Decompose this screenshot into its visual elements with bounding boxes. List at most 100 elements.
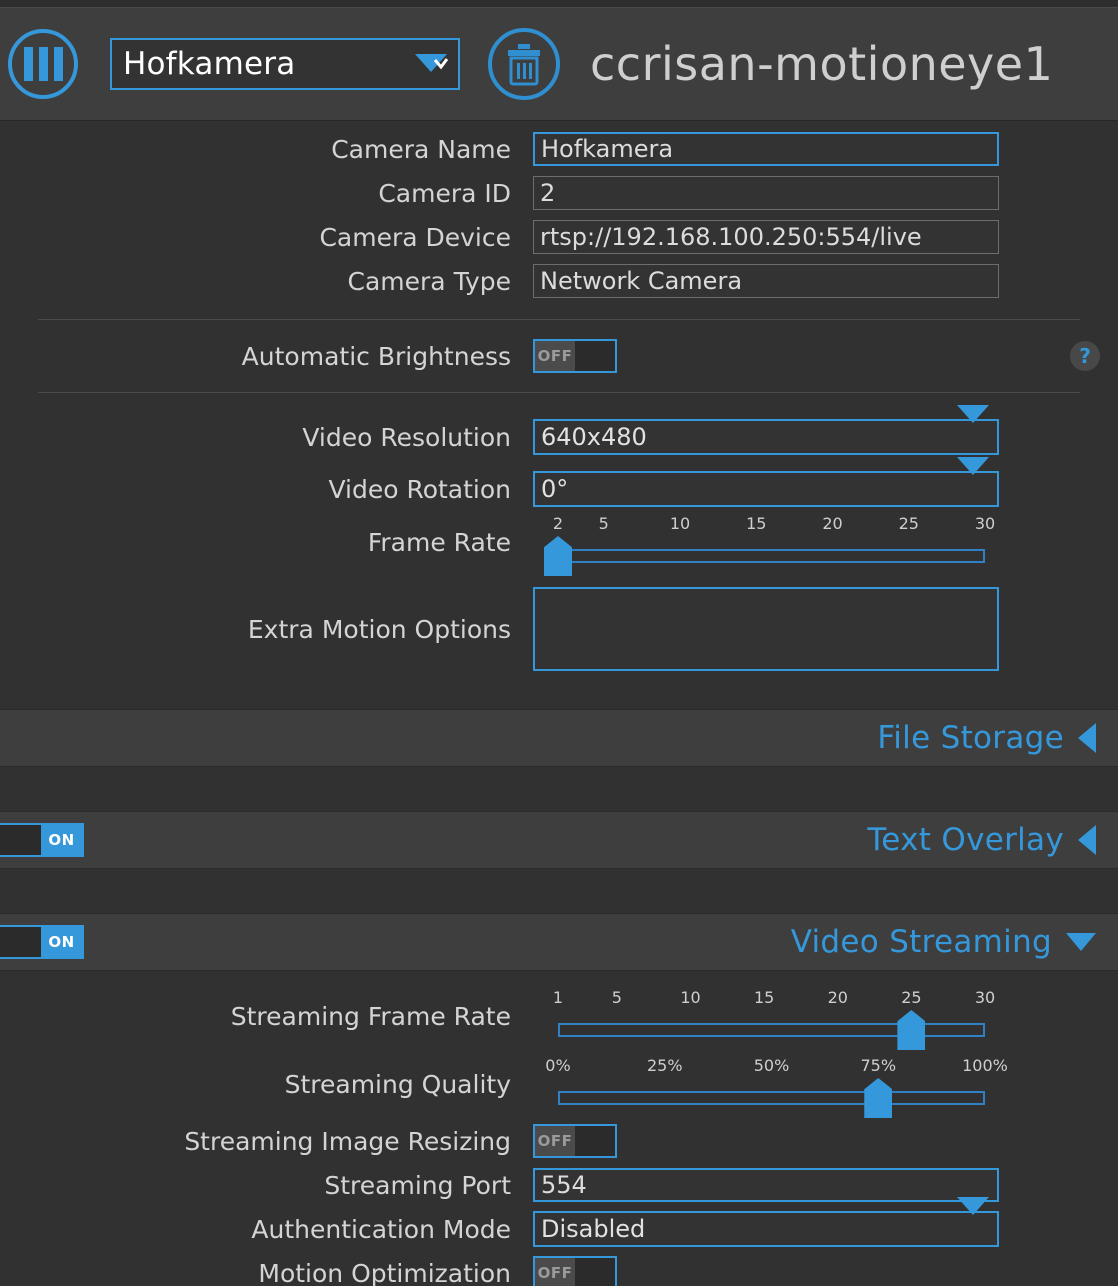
window-top-strip xyxy=(0,0,1118,8)
slider-tick-label: 1 xyxy=(552,988,564,1007)
streaming-port-label: Streaming Port xyxy=(324,1170,511,1200)
authentication-mode-value: Disabled xyxy=(541,1215,646,1243)
chevron-down-icon xyxy=(957,1197,989,1243)
video-streaming-toggle[interactable]: ON xyxy=(0,925,84,959)
chevron-down-icon xyxy=(957,405,989,451)
section-video-streaming[interactable]: ON Video Streaming xyxy=(0,913,1118,971)
camera-type-input[interactable]: Network Camera xyxy=(533,264,999,298)
motion-optimization-toggle[interactable]: OFF xyxy=(533,1256,617,1286)
streaming-port-input[interactable]: 554 xyxy=(533,1168,999,1202)
row-streaming-quality: Streaming Quality 0% 25% 50% 75% 100% xyxy=(0,1053,1118,1118)
triangle-left-icon[interactable] xyxy=(1078,723,1096,753)
video-streaming-title[interactable]: Video Streaming xyxy=(791,924,1052,960)
frame-rate-ticks: 2 5 10 15 20 25 30 xyxy=(533,514,999,534)
section-file-storage[interactable]: File Storage xyxy=(0,709,1118,767)
toggle-knob xyxy=(575,341,615,371)
video-rotation-value: 0° xyxy=(541,475,569,503)
slider-tick-label: 5 xyxy=(611,988,622,1007)
row-authentication-mode: Authentication Mode Disabled xyxy=(0,1197,1118,1251)
camera-id-input[interactable]: 2 xyxy=(533,176,999,210)
camera-selector-dropdown[interactable]: Hofkamera xyxy=(110,38,460,90)
extra-motion-options-label: Extra Motion Options xyxy=(247,614,511,644)
app-header: Hofkamera ccrisan-motioneye1 xyxy=(0,8,1118,121)
camera-name-label: Camera Name xyxy=(331,134,511,164)
toggle-state-label: ON xyxy=(41,825,82,855)
toggle-knob xyxy=(0,927,41,957)
slider-tick-label: 20 xyxy=(827,988,848,1007)
extra-motion-options-textarea[interactable] xyxy=(533,587,999,671)
toggle-state-label: OFF xyxy=(535,341,575,371)
text-overlay-title[interactable]: Text Overlay xyxy=(867,822,1064,858)
menu-bars-icon[interactable] xyxy=(8,29,78,99)
hostname-title: ccrisan-motioneye1 xyxy=(590,37,1054,91)
frame-rate-handle[interactable] xyxy=(544,536,572,576)
triangle-down-icon[interactable] xyxy=(1066,933,1096,951)
streaming-frame-rate-ticks: 1 5 10 15 20 25 30 xyxy=(533,988,999,1008)
row-camera-id: Camera ID 2 xyxy=(0,171,1118,215)
video-rotation-select[interactable]: 0° xyxy=(533,457,999,507)
streaming-quality-handle[interactable] xyxy=(864,1078,893,1118)
slider-tick-label: 20 xyxy=(822,514,843,533)
slider-tick-label: 5 xyxy=(598,514,609,533)
row-camera-name: Camera Name Hofkamera xyxy=(0,127,1118,171)
slider-tick-label: 10 xyxy=(669,514,691,533)
chevron-down-icon xyxy=(415,54,448,72)
slider-tick-label: 15 xyxy=(746,514,767,533)
triangle-left-icon[interactable] xyxy=(1078,825,1096,855)
file-storage-title[interactable]: File Storage xyxy=(877,720,1064,756)
video-resolution-select[interactable]: 640x480 xyxy=(533,405,999,455)
text-overlay-toggle-holder: ON xyxy=(0,823,84,857)
streaming-frame-rate-handle[interactable] xyxy=(897,1010,926,1050)
row-camera-type: Camera Type Network Camera xyxy=(0,259,1118,303)
row-video-rotation: Video Rotation 0° xyxy=(0,457,1118,511)
menu-bars-glyph xyxy=(23,47,63,81)
streaming-quality-ticks: 0% 25% 50% 75% 100% xyxy=(533,1056,1008,1076)
video-streaming-toggle-holder: ON xyxy=(0,925,84,959)
slider-tick-label: 30 xyxy=(974,514,996,533)
toggle-knob xyxy=(0,825,41,855)
camera-device-label: Camera Device xyxy=(319,222,511,252)
video-streaming-body: Streaming Frame Rate 1 5 10 15 20 25 30 Stream… xyxy=(0,971,1118,1286)
camera-type-label: Camera Type xyxy=(347,266,511,296)
row-automatic-brightness: Automatic Brightness OFF ? xyxy=(0,334,1118,378)
streaming-image-resizing-label: Streaming Image Resizing xyxy=(184,1126,511,1156)
text-overlay-toggle[interactable]: ON xyxy=(0,823,84,857)
camera-selector-value: Hofkamera xyxy=(123,46,296,82)
row-video-resolution: Video Resolution 640x480 xyxy=(0,405,1118,459)
slider-tick-label: 75% xyxy=(860,1056,897,1075)
chevron-down-icon xyxy=(957,457,989,503)
slider-tick-label: 10 xyxy=(680,988,701,1007)
streaming-frame-rate-label: Streaming Frame Rate xyxy=(230,1001,511,1031)
section-text-overlay[interactable]: ON Text Overlay xyxy=(0,811,1118,869)
streaming-quality-track[interactable] xyxy=(558,1091,985,1105)
device-settings-section: Camera Name Hofkamera Camera ID 2 Camera… xyxy=(0,121,1118,709)
video-resolution-value: 640x480 xyxy=(541,423,647,451)
camera-name-input[interactable]: Hofkamera xyxy=(533,132,999,166)
row-frame-rate: Frame Rate 2 5 10 15 20 25 30 xyxy=(0,511,1118,576)
streaming-image-resizing-toggle[interactable]: OFF xyxy=(533,1124,617,1158)
video-resolution-label: Video Resolution xyxy=(302,422,511,452)
delete-camera-button[interactable] xyxy=(488,28,560,100)
toggle-state-label: ON xyxy=(41,927,82,957)
slider-tick-label: 15 xyxy=(753,988,775,1007)
slider-tick-label: 25 xyxy=(898,514,919,533)
row-camera-device: Camera Device rtsp://192.168.100.250:554… xyxy=(0,215,1118,259)
slider-tick-label: 50% xyxy=(753,1056,790,1075)
automatic-brightness-toggle[interactable]: OFF xyxy=(533,339,617,373)
camera-id-label: Camera ID xyxy=(378,178,511,208)
frame-rate-slider[interactable]: 2 5 10 15 20 25 30 xyxy=(533,514,999,576)
slider-tick-label: 0% xyxy=(545,1056,571,1075)
question-mark-icon[interactable]: ? xyxy=(1070,341,1100,371)
row-motion-optimization: Motion Optimization OFF xyxy=(0,1251,1118,1286)
motioneye-settings-page: Hofkamera ccrisan-motioneye1 Camera Name xyxy=(0,0,1118,1286)
toggle-state-label: OFF xyxy=(535,1126,575,1156)
slider-tick-label: 30 xyxy=(974,988,996,1007)
automatic-brightness-label: Automatic Brightness xyxy=(241,341,511,371)
frame-rate-track[interactable] xyxy=(558,549,985,563)
streaming-quality-slider[interactable]: 0% 25% 50% 75% 100% xyxy=(533,1056,1008,1118)
row-extra-motion-options: Extra Motion Options xyxy=(0,581,1118,677)
video-rotation-label: Video Rotation xyxy=(328,474,511,504)
authentication-mode-select[interactable]: Disabled xyxy=(533,1197,999,1247)
streaming-frame-rate-slider[interactable]: 1 5 10 15 20 25 30 xyxy=(533,988,999,1050)
camera-device-input[interactable]: rtsp://192.168.100.250:554/live xyxy=(533,220,999,254)
